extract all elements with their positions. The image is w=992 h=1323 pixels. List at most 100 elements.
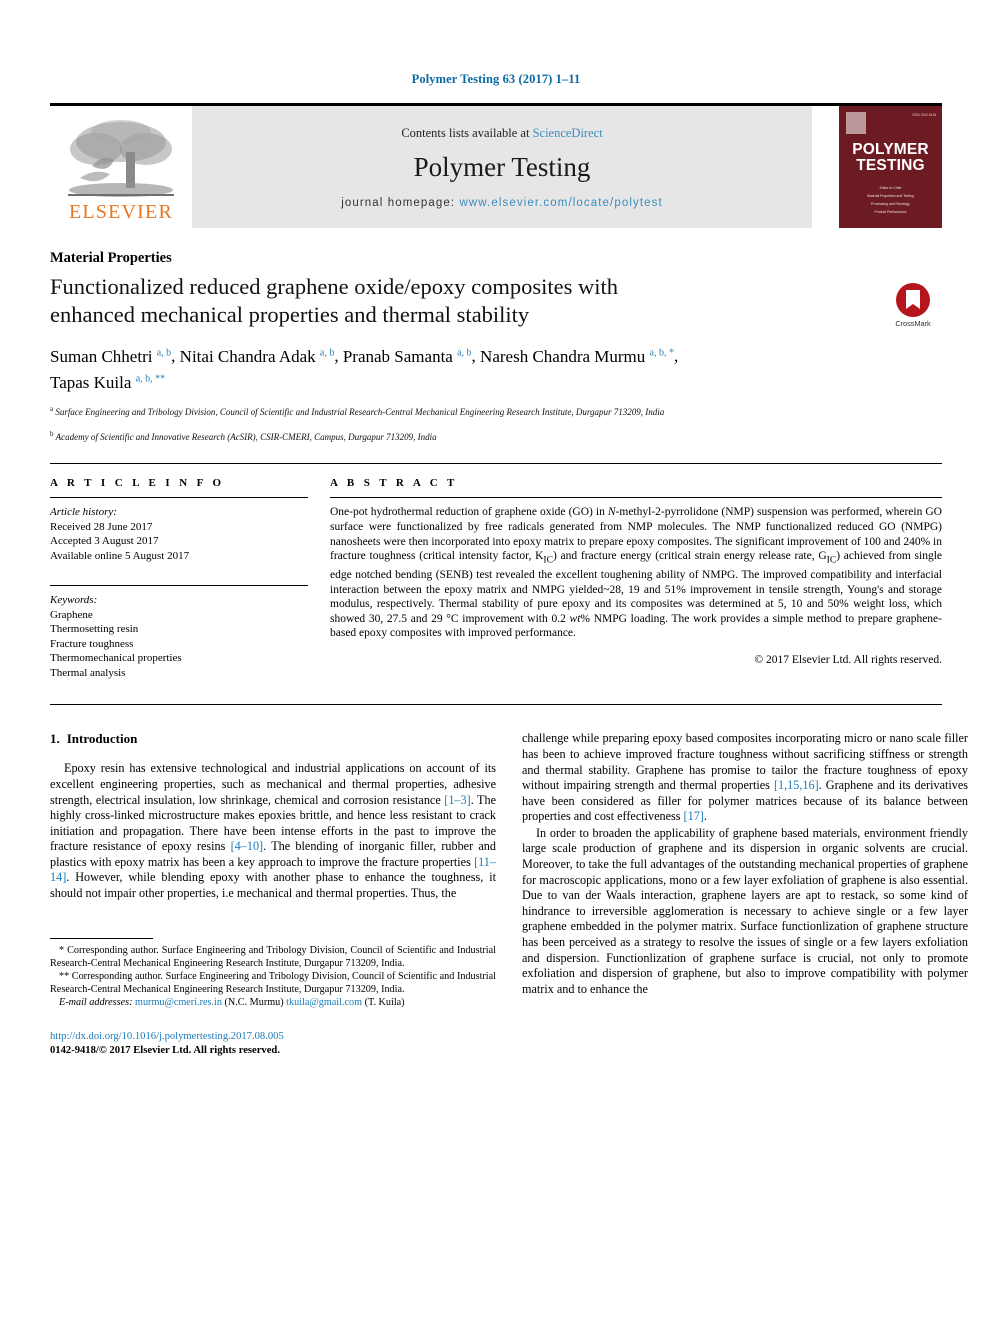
keyword: Graphene [50,608,93,621]
author-affil-marker: a, b [457,347,472,358]
email-owner-2: (T. Kuila) [364,996,405,1008]
body-column-right: challenge while preparing epoxy based co… [522,731,968,1057]
keyword: Thermomechanical properties [50,652,182,665]
paragraph: challenge while preparing epoxy based co… [522,731,968,824]
footer-doi-block: http://dx.doi.org/10.1016/j.polymertesti… [50,1030,496,1058]
sciencedirect-link[interactable]: ScienceDirect [533,126,603,140]
author-sep: , [471,346,481,366]
author: Tapas Kuila a, b, ** [50,373,165,392]
email-label: E-mail addresses: [59,996,133,1008]
affiliation-text: Academy of Scientific and Innovative Res… [55,431,437,442]
journal-cover-thumbnail: ISSN 0142-9418 POLYMER TESTING Editor-in… [839,106,942,228]
footnote-text: Corresponding author. Surface Engineerin… [50,944,496,969]
running-head: Polymer Testing 63 (2017) 1–11 [411,72,581,86]
article-history: Article history: Received 28 June 2017 A… [50,505,308,563]
affiliation: a Surface Engineering and Tribology Divi… [50,403,880,419]
cover-elsevier-icon [846,112,866,134]
footnote-marker: * [59,944,65,956]
footnote-text: Corresponding author. Surface Engineerin… [50,970,496,995]
history-item: Received 28 June 2017 [50,520,153,533]
author-affil-marker: a, b, ** [135,373,166,385]
masthead-right: ISSN 0142-9418 POLYMER TESTING Editor-in… [812,106,942,228]
article-info-heading: A R T I C L E I N F O [50,477,225,490]
abstract-copyright: © 2017 Elsevier Ltd. All rights reserved… [754,653,942,666]
publisher-logo: ELSEVIER [50,106,192,228]
cover-credit: Product Performance [874,210,907,214]
footnotes-block: * Corresponding author. Surface Engineer… [50,937,496,1058]
journal-masthead: ELSEVIER Contents lists available at Sci… [50,103,942,228]
keyword: Fracture toughness [50,637,134,650]
issn-copyright: 0142-9418/© 2017 Elsevier Ltd. All right… [50,1044,280,1056]
keyword: Thermosetting resin [50,623,139,636]
article-body: 1. Introduction Epoxy resin has extensive… [50,704,968,1057]
divider [50,497,308,499]
author-affil-marker: a, b [156,347,172,358]
contents-line: Contents lists available at ScienceDirec… [401,126,602,141]
author-sep: , [674,346,679,366]
paragraph: Epoxy resin has extensive technological … [50,761,496,901]
author-affil-marker: a, b [319,347,335,358]
author-sep: , [334,346,343,366]
history-item: Available online 5 August 2017 [50,549,190,562]
affiliation-marker: a [50,405,54,414]
email-link-kuila[interactable]: tkuila@gmail.com [286,997,362,1008]
footnote-corresponding-author-2: ** Corresponding author. Surface Enginee… [50,970,496,996]
author-affil-marker: a, b, * [649,347,674,358]
keyword: Thermal analysis [50,666,126,679]
abstract-block: A B S T R A C T One-pot hydrothermal red… [330,477,942,680]
keywords-label: Keywords: [50,594,98,607]
crossmark-icon [896,283,930,317]
section-title: Introduction [66,731,138,747]
divider [50,585,308,587]
email-owner-1: (N.C. Murmu) [224,996,284,1008]
author-list: Suman Chhetri a, b, Nitai Chandra Adak a… [50,341,690,394]
crossmark-badge[interactable]: CrossMark [884,283,942,328]
cover-title-line2: TESTING [856,157,925,174]
cover-corner-note: ISSN 0142-9418 [912,113,936,117]
page-title: Functionalized reduced graphene oxide/ep… [50,274,618,327]
divider [330,497,942,499]
article-page: Polymer Testing 63 (2017) 1–11 ELSEVIER [0,0,992,1323]
section-number: 1. [50,731,60,747]
cover-credit: Processing and Rheology [871,202,910,206]
author: Pranab Samanta a, b [343,347,472,366]
author-name: Suman Chhetri [50,346,153,366]
journal-homepage-link[interactable]: www.elsevier.com/locate/polytest [459,197,662,209]
author: Naresh Chandra Murmu a, b, * [480,347,674,366]
elsevier-wordmark: ELSEVIER [68,201,174,223]
paragraph: In order to broaden the applicability of… [522,825,968,996]
author: Nitai Chandra Adak a, b [180,347,335,366]
journal-title: Polymer Testing [413,151,591,182]
affiliation-text: Surface Engineering and Tribology Divisi… [55,407,665,418]
abstract-heading: A B S T R A C T [330,477,458,490]
contents-prefix: Contents lists available at [401,125,533,140]
affiliation-marker: b [50,429,54,438]
info-abstract-section: A R T I C L E I N F O Article history: R… [50,463,942,680]
article-history-label: Article history: [50,506,117,519]
cover-credit: Editor-in-Chief [879,186,902,190]
cover-title-line1: POLYMER [852,141,929,158]
footnote-divider [50,937,153,939]
author-name: Nitai Chandra Adak [179,346,316,366]
author-sep: , [171,346,180,366]
author-name: Naresh Chandra Murmu [480,346,646,366]
cover-credits: Editor-in-Chief Material Properties and … [839,186,942,218]
article-info-block: A R T I C L E I N F O Article history: R… [50,477,308,680]
section-heading-introduction: 1. Introduction [50,731,496,747]
article-section-label: Material Properties [50,250,172,266]
keywords-list: Keywords: Graphene Thermosetting resin F… [50,593,308,680]
affiliation: b Academy of Scientific and Innovative R… [50,428,880,444]
elsevier-tree-icon [68,120,174,197]
cover-credit: Material Properties and Testing [867,194,914,198]
email-link-murmu[interactable]: murmu@cmeri.res.in [135,997,222,1008]
author-name: Pranab Samanta [342,346,453,366]
footnote-corresponding-author-1: * Corresponding author. Surface Engineer… [50,944,496,970]
homepage-prefix: journal homepage: [341,196,460,209]
history-item: Accepted 3 August 2017 [50,535,159,548]
author: Suman Chhetri a, b [50,347,171,366]
body-column-left: 1. Introduction Epoxy resin has extensive… [50,731,496,1057]
article-head: Functionalized reduced graphene oxide/ep… [50,273,942,443]
doi-link[interactable]: http://dx.doi.org/10.1016/j.polymertesti… [50,1030,496,1044]
cover-title: POLYMER TESTING [839,142,942,174]
footnote-marker: ** [59,970,70,982]
